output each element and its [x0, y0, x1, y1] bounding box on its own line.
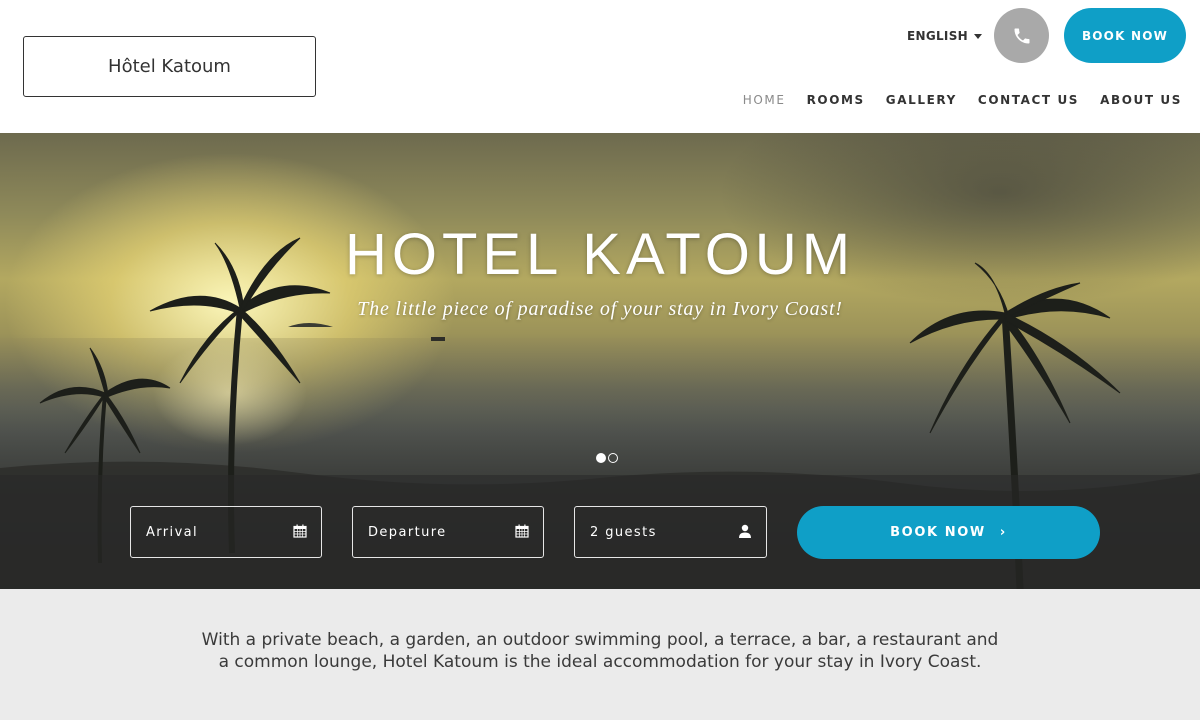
- hero-title: HOTEL KATOUM: [344, 222, 856, 287]
- calendar-icon: [293, 524, 307, 538]
- guests-label: 2 guests: [590, 524, 657, 540]
- language-selector[interactable]: ENGLISH: [907, 28, 982, 44]
- hero-subtitle: The little piece of paradise of your sta…: [357, 298, 843, 320]
- intro-section: With a private beach, a garden, an outdo…: [0, 589, 1200, 720]
- nav-rooms[interactable]: ROOMS: [807, 93, 865, 107]
- arrival-label: Arrival: [146, 524, 199, 540]
- nav-contact-us[interactable]: CONTACT US: [978, 93, 1079, 107]
- nav-about-us[interactable]: ABOUT US: [1100, 93, 1182, 107]
- slider-dot-2[interactable]: [608, 453, 618, 463]
- departure-label: Departure: [368, 524, 447, 540]
- guests-field[interactable]: 2 guests: [574, 506, 767, 558]
- user-icon: [739, 524, 751, 538]
- booking-bar: Arrival Departure 2 guests BOOK NOW ›: [0, 475, 1200, 589]
- nav-home[interactable]: HOME: [743, 93, 786, 107]
- intro-text: With a private beach, a garden, an outdo…: [201, 630, 999, 672]
- chevron-right-icon: ›: [999, 525, 1007, 540]
- departure-field[interactable]: Departure: [352, 506, 544, 558]
- arrival-field[interactable]: Arrival: [130, 506, 322, 558]
- nav-gallery[interactable]: GALLERY: [886, 93, 957, 107]
- book-now-button[interactable]: BOOK NOW ›: [797, 506, 1100, 559]
- book-now-label: BOOK NOW: [890, 525, 986, 540]
- slider-dot-1[interactable]: [596, 453, 606, 463]
- site-header: Hôtel Katoum ENGLISH BOOK NOW HOME ROOMS…: [0, 0, 1200, 133]
- logo[interactable]: Hôtel Katoum: [23, 36, 316, 97]
- book-now-header-button[interactable]: BOOK NOW: [1064, 8, 1186, 63]
- caret-down-icon: [974, 33, 982, 39]
- language-label: ENGLISH: [907, 29, 968, 43]
- main-nav: HOME ROOMS GALLERY CONTACT US ABOUT US: [743, 93, 1182, 107]
- slider-pagination: [596, 453, 618, 463]
- hero-slider: HOTEL KATOUM The little piece of paradis…: [0, 133, 1200, 589]
- phone-button[interactable]: [994, 8, 1049, 63]
- logo-text: Hôtel Katoum: [108, 56, 231, 77]
- calendar-icon: [515, 524, 529, 538]
- phone-icon: [1014, 28, 1029, 43]
